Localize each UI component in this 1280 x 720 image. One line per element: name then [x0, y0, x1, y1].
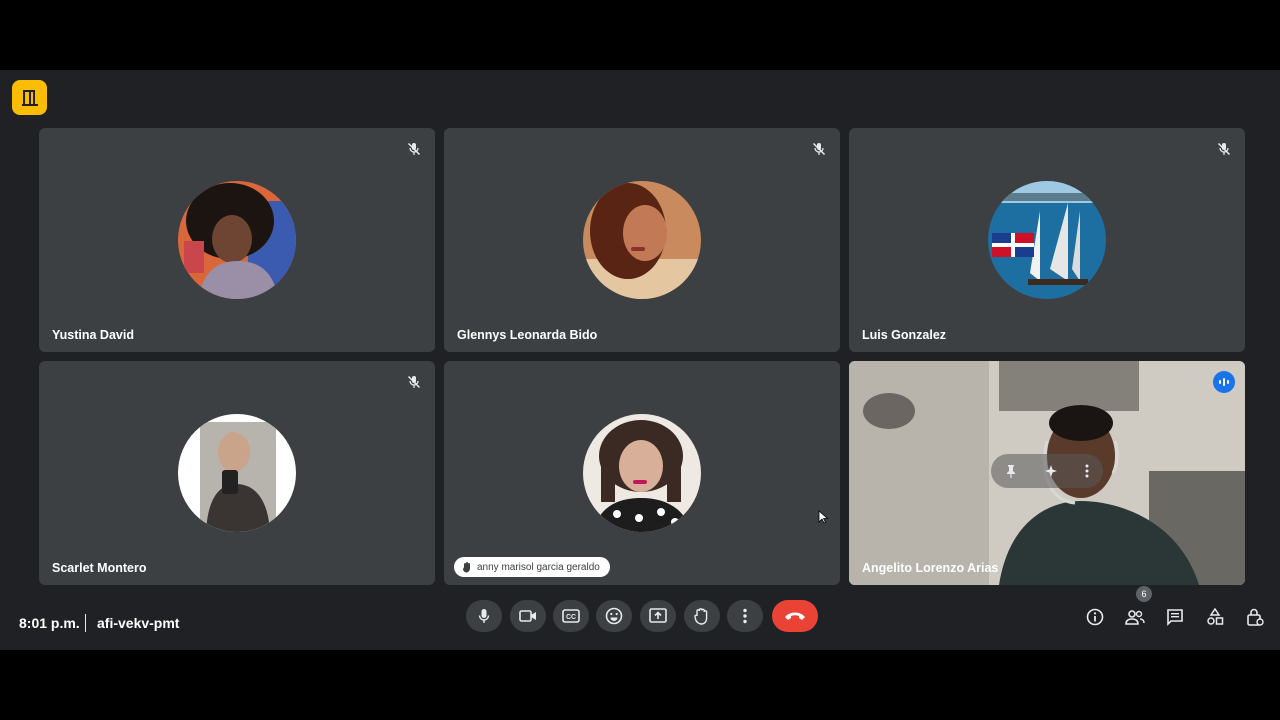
- svg-text:CC: CC: [566, 614, 576, 621]
- meeting-time: 8:01 p.m.: [19, 615, 80, 631]
- host-controls-icon: [1247, 608, 1264, 626]
- participant-tile[interactable]: Glennys Leonarda Bido: [444, 128, 840, 352]
- host-controls-button[interactable]: [1240, 602, 1270, 632]
- raised-hand-name: anny marisol garcia geraldo: [477, 561, 600, 573]
- mic-off-icon: [405, 373, 423, 391]
- participant-tile[interactable]: Luis Gonzalez: [849, 128, 1245, 352]
- participant-tile[interactable]: anny marisol garcia geraldo: [444, 361, 840, 585]
- bottom-bar: 8:01 p.m. afi-vekv-pmt CC 6: [0, 586, 1280, 650]
- camera-icon: [519, 610, 536, 622]
- breakout-door-button[interactable]: [12, 80, 47, 115]
- people-button[interactable]: [1120, 602, 1150, 632]
- avatar: [178, 414, 296, 532]
- pin-icon[interactable]: [1005, 464, 1017, 478]
- meeting-info-button[interactable]: [1080, 602, 1110, 632]
- participant-name: Glennys Leonarda Bido: [457, 328, 598, 342]
- raise-hand-icon: [694, 608, 708, 625]
- more-vert-icon: [743, 608, 747, 624]
- avatar: [988, 181, 1106, 299]
- participant-name: Luis Gonzalez: [862, 328, 947, 342]
- frame-icon[interactable]: [1044, 464, 1058, 478]
- tile-hover-actions: [991, 454, 1103, 488]
- emoji-icon: [605, 607, 623, 625]
- avatar: [178, 181, 296, 299]
- present-icon: [649, 608, 667, 623]
- reactions-button[interactable]: [596, 600, 632, 632]
- avatar: [583, 414, 701, 532]
- door-icon: [21, 89, 38, 106]
- more-vert-icon[interactable]: [1085, 464, 1089, 478]
- camera-button[interactable]: [510, 600, 546, 632]
- raise-hand-button[interactable]: [684, 600, 720, 632]
- mic-icon: [478, 609, 490, 623]
- divider: [85, 614, 86, 632]
- leave-call-button[interactable]: [772, 600, 818, 632]
- captions-icon: CC: [562, 609, 580, 623]
- raised-hand-chip: anny marisol garcia geraldo: [454, 557, 610, 577]
- chat-button[interactable]: [1160, 602, 1190, 632]
- activities-icon: [1207, 608, 1224, 625]
- participant-tile[interactable]: Yustina David: [39, 128, 435, 352]
- more-options-button[interactable]: [727, 600, 763, 632]
- participant-name: Yustina David: [52, 328, 134, 342]
- avatar: [583, 181, 701, 299]
- present-button[interactable]: [640, 600, 676, 632]
- hand-icon: [463, 562, 470, 573]
- participant-tile-active-speaker[interactable]: Angelito Lorenzo Arias: [849, 361, 1245, 585]
- participant-tile[interactable]: Scarlet Montero: [39, 361, 435, 585]
- info-icon: [1086, 608, 1104, 626]
- people-count-badge: 6: [1136, 586, 1152, 602]
- captions-button[interactable]: CC: [553, 600, 589, 632]
- participant-name: Angelito Lorenzo Arias: [862, 561, 999, 575]
- mic-off-icon: [405, 140, 423, 158]
- speaking-indicator: [1213, 371, 1235, 393]
- mic-off-icon: [810, 140, 828, 158]
- activities-button[interactable]: [1200, 602, 1230, 632]
- meeting-code: afi-vekv-pmt: [97, 615, 180, 631]
- speaking-icon: [1219, 378, 1229, 386]
- mic-button[interactable]: [466, 600, 502, 632]
- people-icon: [1125, 610, 1145, 625]
- meet-window: Yustina David Glennys Leonarda Bido Luis…: [0, 70, 1280, 650]
- mic-off-icon: [1215, 140, 1233, 158]
- participant-name: Scarlet Montero: [52, 561, 147, 575]
- call-end-icon: [785, 612, 805, 620]
- mouse-cursor-icon: [818, 510, 828, 524]
- chat-icon: [1167, 609, 1183, 626]
